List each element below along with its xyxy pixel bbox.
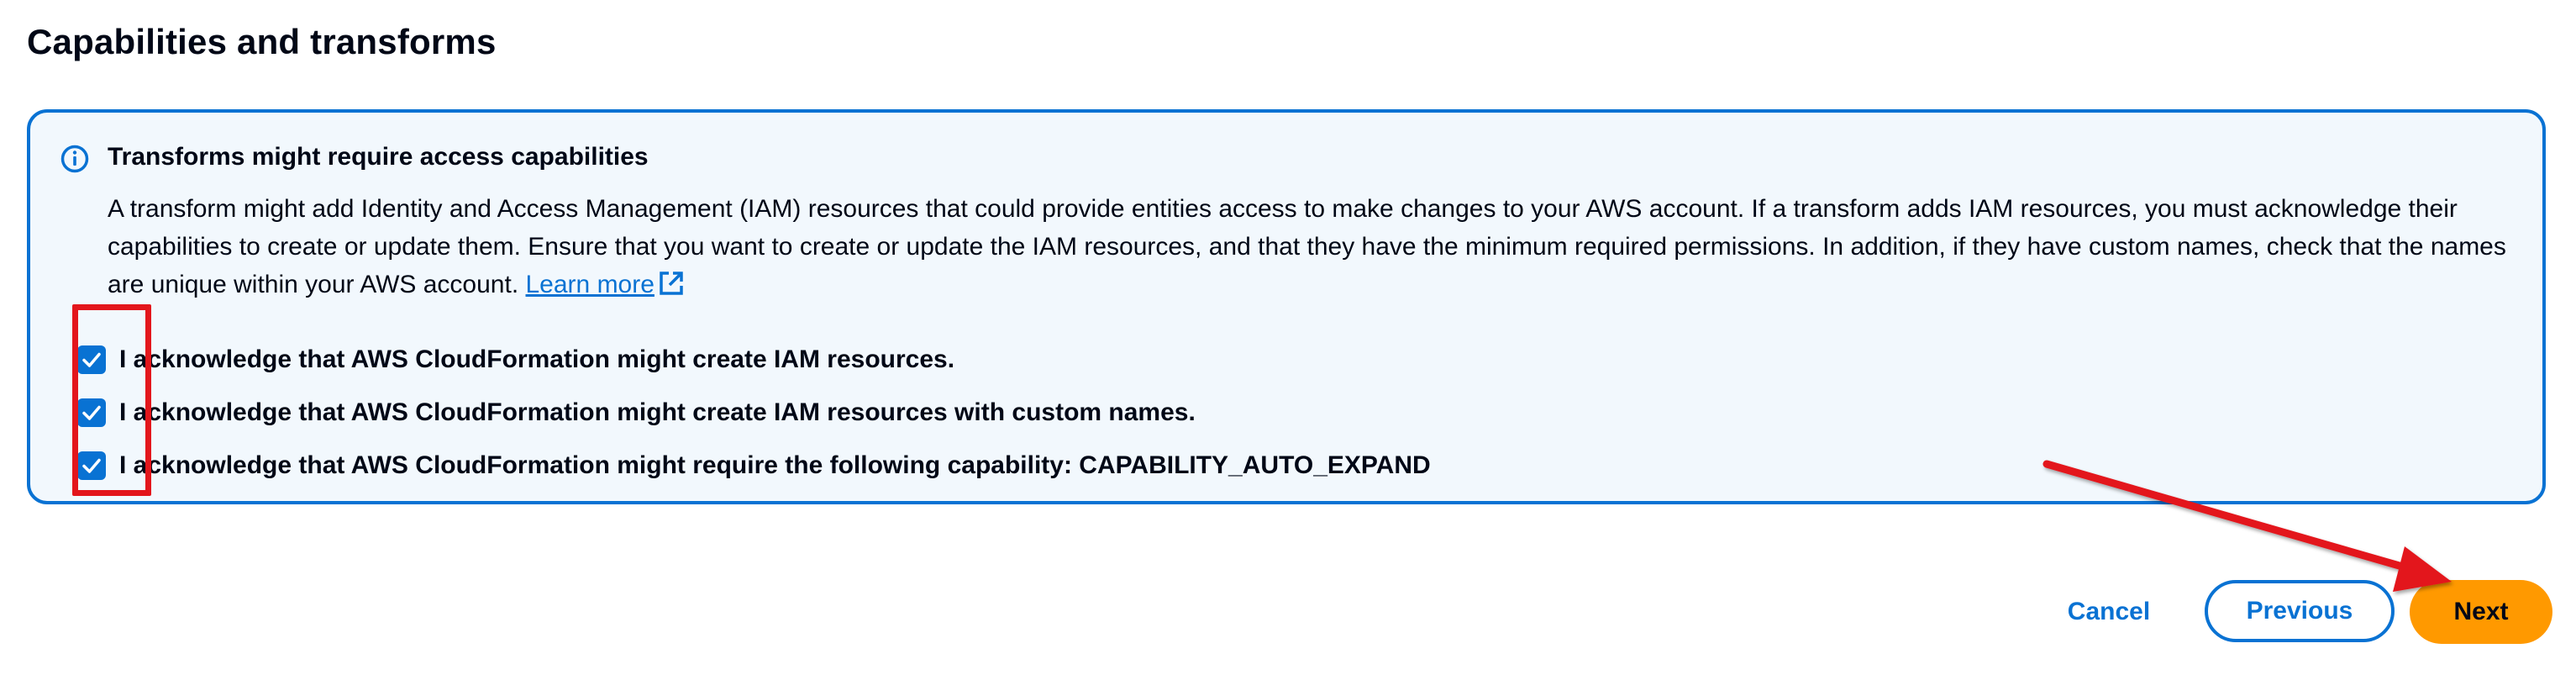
panel-body-text: A transform might add Identity and Acces… (108, 195, 2506, 298)
acknowledge-iam-label: I acknowledge that AWS CloudFormation mi… (119, 345, 955, 373)
acknowledge-custom-names-row[interactable]: I acknowledge that AWS CloudFormation mi… (77, 393, 1196, 433)
acknowledge-custom-names-label: I acknowledge that AWS CloudFormation mi… (119, 398, 1196, 426)
learn-more-link[interactable]: Learn more (526, 271, 685, 298)
previous-button[interactable]: Previous (2205, 580, 2395, 642)
panel-heading: Transforms might require access capabili… (108, 143, 649, 171)
info-icon (60, 145, 89, 173)
section-title: Capabilities and transforms (27, 22, 497, 61)
checkbox-highlight-annotation (72, 304, 151, 496)
page: Capabilities and transforms Transforms m… (0, 0, 2576, 696)
external-link-icon (660, 272, 683, 295)
learn-more-label: Learn more (525, 271, 655, 298)
cancel-button[interactable]: Cancel (2050, 580, 2168, 644)
next-button[interactable]: Next (2410, 580, 2552, 644)
acknowledge-auto-expand-row[interactable]: I acknowledge that AWS CloudFormation mi… (77, 446, 1431, 486)
panel-body: A transform might add Identity and Acces… (108, 190, 2527, 303)
acknowledge-iam-row[interactable]: I acknowledge that AWS CloudFormation mi… (77, 340, 954, 380)
acknowledge-auto-expand-label: I acknowledge that AWS CloudFormation mi… (119, 451, 1431, 479)
